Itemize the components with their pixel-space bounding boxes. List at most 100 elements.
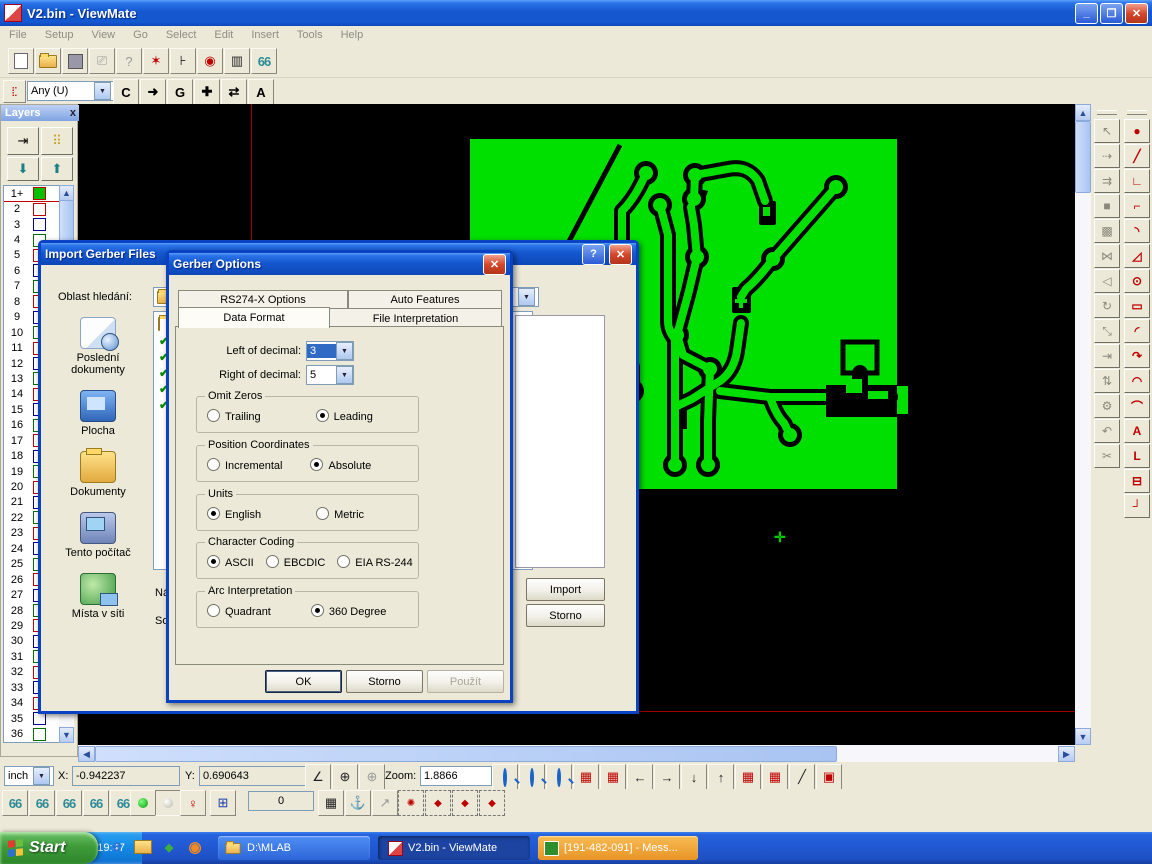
tool-button[interactable]: ↻ — [1094, 294, 1120, 318]
status-button[interactable]: ╱ — [789, 764, 815, 790]
tool-button[interactable]: ⇥ — [1094, 344, 1120, 368]
tab-rs274x-options[interactable]: RS274-X Options — [178, 290, 348, 308]
layer-row[interactable]: 1+ — [4, 186, 60, 201]
scroll-down-icon[interactable]: ▼ — [59, 727, 74, 743]
firefox-icon[interactable]: ◉ — [186, 838, 204, 856]
chevron-down-icon[interactable]: ▼ — [336, 366, 353, 384]
layer-number[interactable]: 20 — [4, 481, 30, 493]
status-button[interactable]: ◆ — [479, 790, 505, 816]
radio-option[interactable]: English — [207, 507, 261, 521]
radio-icon[interactable] — [207, 458, 220, 471]
status-button[interactable]: ✺ — [398, 790, 424, 816]
toolbar-button[interactable]: 66 — [251, 48, 277, 74]
status-button[interactable]: ▦ — [600, 764, 626, 790]
radio-icon[interactable] — [207, 555, 220, 568]
tool-button[interactable]: ◠ — [1124, 369, 1150, 393]
status-button[interactable] — [519, 764, 545, 790]
tool-button[interactable]: ↖ — [1094, 119, 1120, 143]
close-button[interactable]: ✕ — [1125, 3, 1148, 24]
radio-option[interactable]: Metric — [316, 507, 364, 521]
status-button[interactable]: ▣ — [816, 764, 842, 790]
aperture-button[interactable]: C — [113, 79, 139, 105]
layer-number[interactable]: 25 — [4, 558, 30, 570]
radio-option[interactable]: Incremental — [207, 458, 282, 472]
layer-number[interactable]: 6 — [4, 265, 30, 277]
status-button[interactable]: ▦ — [573, 764, 599, 790]
menu-item[interactable]: Setup — [36, 27, 83, 43]
layer-up-button[interactable]: ⬆ — [41, 157, 73, 181]
status-button[interactable]: 66 — [83, 790, 109, 816]
tool-button[interactable]: ◁ — [1094, 269, 1120, 293]
status-button[interactable]: ◆ — [452, 790, 478, 816]
layer-number[interactable]: 8 — [4, 296, 30, 308]
cancel-button[interactable]: Storno — [346, 670, 423, 693]
layer-number[interactable]: 28 — [4, 605, 30, 617]
dcode-dots-icon[interactable]: ⣏ — [3, 80, 26, 103]
tool-button[interactable]: ↶ — [1094, 419, 1120, 443]
scroll-down-icon[interactable]: ▼ — [1075, 728, 1091, 745]
tool-button[interactable]: ∟ — [1124, 169, 1150, 193]
status-button[interactable]: ⚓ — [345, 790, 371, 816]
layer-number[interactable]: 27 — [4, 589, 30, 601]
status-button[interactable]: 66 — [29, 790, 55, 816]
toolbox-grip[interactable] — [1097, 110, 1117, 115]
chevron-down-icon[interactable]: ▼ — [518, 288, 535, 306]
place-item[interactable]: Tento počítač — [49, 504, 147, 565]
tool-button[interactable]: ● — [1124, 119, 1150, 143]
radio-icon[interactable] — [310, 458, 323, 471]
menu-item[interactable]: Select — [157, 27, 206, 43]
radio-icon[interactable] — [316, 409, 329, 422]
radio-option[interactable]: Leading — [316, 409, 373, 423]
layers-panel-header[interactable]: Layers x — [1, 105, 79, 121]
unit-selector[interactable]: inch▼ — [4, 766, 54, 786]
layer-number[interactable]: 11 — [4, 342, 30, 354]
status-button[interactable]: 66 — [2, 790, 28, 816]
menu-item[interactable]: Edit — [205, 27, 242, 43]
status-button[interactable]: ⊕ — [359, 764, 385, 790]
chevron-down-icon[interactable]: ▼ — [94, 82, 111, 100]
layer-number[interactable]: 31 — [4, 651, 30, 663]
toolbar-button[interactable]: ⊦ — [170, 48, 196, 74]
status-button[interactable]: ▦ — [318, 790, 344, 816]
layer-row[interactable]: 36 — [4, 726, 60, 741]
radio-icon[interactable] — [207, 507, 220, 520]
layer-number[interactable]: 18 — [4, 450, 30, 462]
radio-icon[interactable] — [207, 409, 220, 422]
tool-button[interactable]: A — [1124, 419, 1150, 443]
help-icon[interactable]: ? — [582, 244, 605, 265]
tool-button[interactable]: ⇅ — [1094, 369, 1120, 393]
tool-button[interactable]: ┘ — [1124, 494, 1150, 518]
taskbar-item[interactable]: [191-482-091] - Mess... — [538, 836, 698, 860]
radio-icon[interactable] — [266, 555, 279, 568]
hscroll-thumb[interactable] — [95, 746, 837, 762]
radio-option[interactable]: 360 Degree — [311, 604, 387, 618]
aperture-button[interactable]: ➜ — [140, 79, 166, 105]
status-button[interactable]: ↓ — [681, 764, 707, 790]
radio-option[interactable]: Trailing — [207, 409, 261, 423]
radio-option[interactable]: EIA RS-244 — [337, 555, 412, 569]
help-book-icon[interactable]: ◆ — [160, 838, 178, 856]
layer-number[interactable]: 17 — [4, 435, 30, 447]
aperture-button[interactable]: G — [167, 79, 193, 105]
layer-number[interactable]: 1+ — [4, 188, 30, 200]
layer-color-chip[interactable] — [33, 218, 46, 231]
menu-item[interactable]: Help — [332, 27, 373, 43]
import-button[interactable]: Import — [526, 578, 605, 601]
tool-button[interactable]: ⇉ — [1094, 169, 1120, 193]
tool-button[interactable]: ▩ — [1094, 219, 1120, 243]
menu-item[interactable]: Insert — [242, 27, 288, 43]
tile-windows-icon[interactable]: ⊞ — [210, 790, 236, 816]
place-item[interactable]: Poslední dokumenty — [49, 309, 147, 382]
scroll-right-icon[interactable]: ▶ — [1058, 746, 1075, 762]
layer-color-chip[interactable] — [33, 728, 46, 741]
tool-button[interactable]: ■ — [1094, 194, 1120, 218]
place-item[interactable]: Místa v síti — [49, 565, 147, 626]
chevron-down-icon[interactable]: ▼ — [336, 342, 353, 360]
tool-button[interactable]: ⊟ — [1124, 469, 1150, 493]
close-icon[interactable]: ✕ — [609, 244, 632, 265]
layer-number[interactable]: 14 — [4, 388, 30, 400]
layer-number[interactable]: 29 — [4, 620, 30, 632]
close-icon[interactable]: ✕ — [483, 254, 506, 275]
radio-icon[interactable] — [337, 555, 350, 568]
layer-number[interactable]: 19 — [4, 466, 30, 478]
